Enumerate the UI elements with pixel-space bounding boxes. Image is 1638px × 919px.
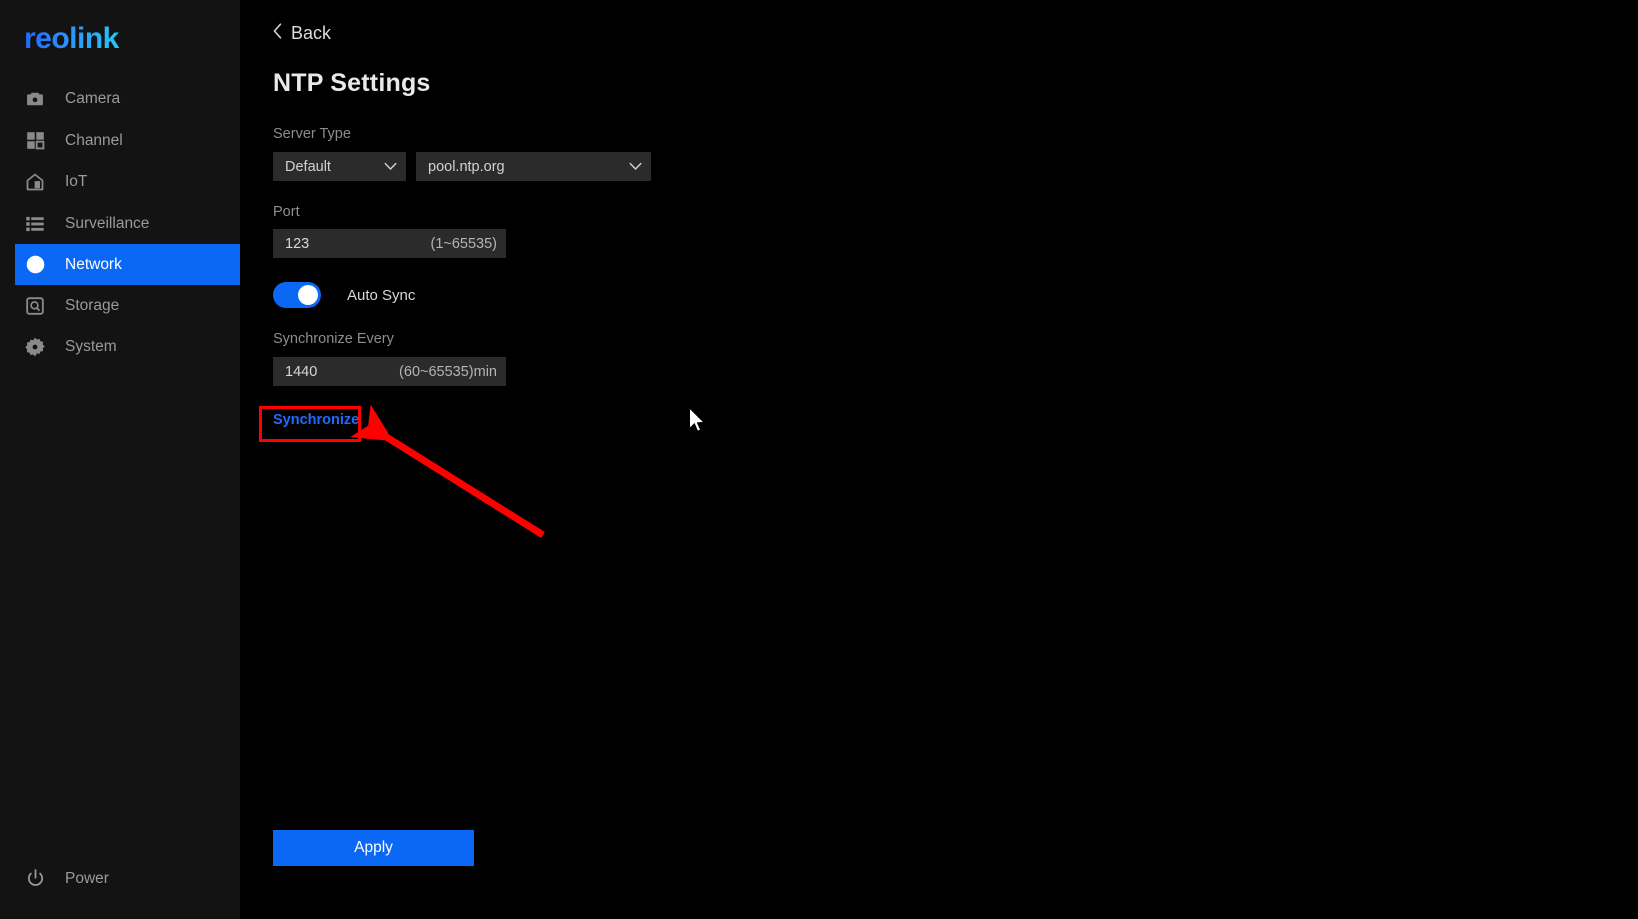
back-label: Back [291,23,332,43]
synchronize-link[interactable]: Synchronize [273,412,359,428]
home-icon [23,170,47,194]
chevron-down-icon [629,158,642,176]
auto-sync-row: Auto Sync [273,282,415,308]
sidebar-item-channel[interactable]: Channel [15,120,240,161]
globe-icon [23,253,47,277]
auto-sync-label: Auto Sync [347,286,416,304]
server-type-row: Default pool.ntp.org [273,152,651,181]
reolink-settings-window: reolink Camera Channel IoT Surveillance … [0,0,1638,919]
toggle-knob [298,285,318,305]
sidebar-item-label: IoT [65,172,88,190]
hard-drive-icon [23,294,47,318]
port-value: 123 [285,235,310,252]
sidebar-item-label: Channel [65,131,123,149]
sidebar-item-system[interactable]: System [15,326,240,367]
sidebar-item-iot[interactable]: IoT [15,161,240,202]
sidebar-item-storage[interactable]: Storage [15,285,240,326]
chevron-left-icon [273,23,282,44]
page-title: NTP Settings [273,69,431,97]
power-label: Power [65,869,109,887]
port-label: Port [273,204,300,220]
sync-every-range-hint: (60~65535)min [399,363,497,380]
sidebar-item-surveillance[interactable]: Surveillance [15,203,240,244]
port-input[interactable]: 123 (1~65535) [273,229,506,258]
sidebar-item-label: Network [65,255,122,273]
reolink-logo: reolink [24,22,119,55]
sync-every-value: 1440 [285,363,318,380]
back-button[interactable]: Back [273,23,331,44]
power-icon [23,867,47,891]
sidebar: reolink Camera Channel IoT Surveillance … [0,0,240,919]
server-address-value: pool.ntp.org [428,158,505,175]
server-type-mode-select[interactable]: Default [273,152,406,181]
sidebar-item-label: System [65,337,117,355]
main-content: Back NTP Settings Server Type Default po… [240,0,1638,919]
auto-sync-toggle[interactable] [273,282,321,308]
camera-icon [23,87,47,111]
sidebar-item-label: Storage [65,296,120,314]
sync-every-input[interactable]: 1440 (60~65535)min [273,357,506,386]
port-range-hint: (1~65535) [430,235,497,252]
sidebar-item-camera[interactable]: Camera [15,78,240,119]
sidebar-item-power[interactable]: Power [15,858,240,899]
chevron-down-icon [384,158,397,176]
sidebar-item-network[interactable]: Network [15,244,240,285]
server-type-mode-value: Default [285,158,331,175]
gear-icon [23,335,47,359]
sidebar-item-label: Surveillance [65,214,150,232]
server-address-select[interactable]: pool.ntp.org [416,152,651,181]
server-type-label: Server Type [273,126,351,142]
sidebar-item-label: Camera [65,89,121,107]
sync-every-label: Synchronize Every [273,331,394,347]
apply-button[interactable]: Apply [273,830,474,866]
grid-icon [23,129,47,153]
list-icon [23,212,47,236]
